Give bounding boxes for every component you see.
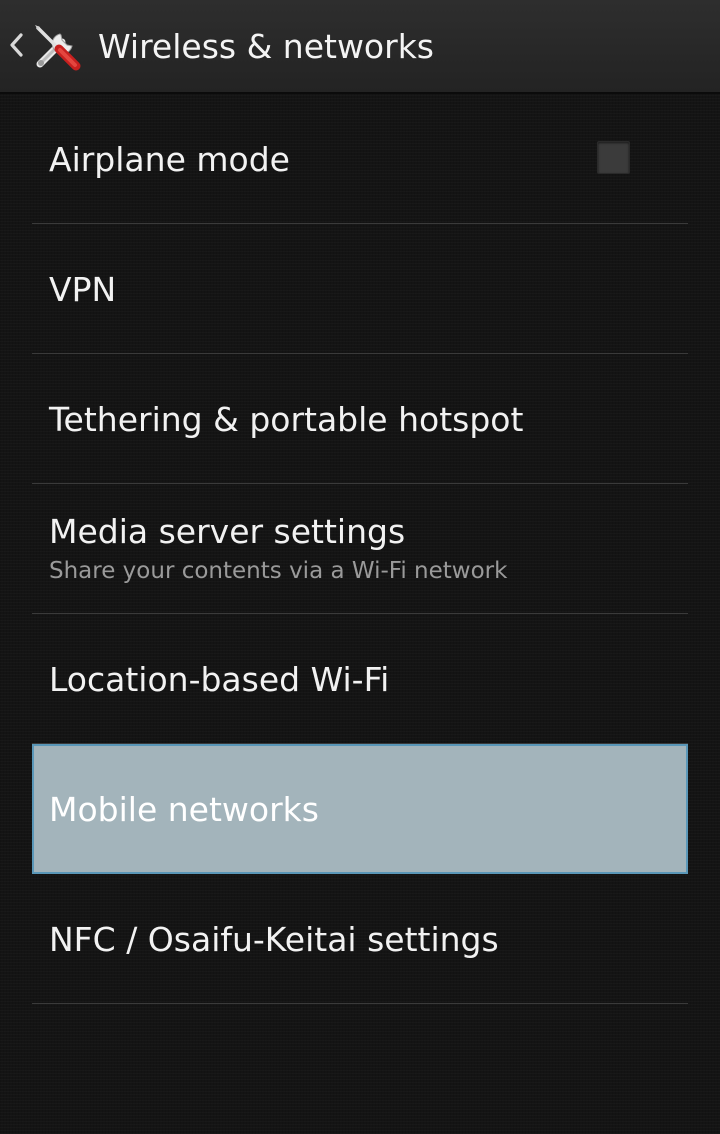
list-item-label: Airplane mode bbox=[49, 140, 290, 179]
list-item-location-wifi[interactable]: Location-based Wi-Fi bbox=[32, 614, 688, 744]
settings-screen: Wireless & networks Airplane mode VPN Te… bbox=[0, 0, 720, 1134]
chevron-left-icon bbox=[10, 33, 23, 57]
page-title: Wireless & networks bbox=[98, 27, 434, 66]
list-item-label: Location-based Wi-Fi bbox=[49, 660, 390, 699]
tools-icon bbox=[35, 25, 81, 71]
list-item-media-server[interactable]: Media server settings Share your content… bbox=[32, 484, 688, 614]
list-item-nfc[interactable]: NFC / Osaifu-Keitai settings bbox=[32, 874, 688, 1004]
list-item-label: Media server settings bbox=[49, 512, 406, 551]
list-item-vpn[interactable]: VPN bbox=[32, 224, 688, 354]
list-item-summary: Share your contents via a Wi-Fi network bbox=[49, 558, 508, 584]
action-bar: Wireless & networks bbox=[0, 0, 720, 94]
up-button[interactable] bbox=[0, 0, 92, 94]
list-item-tethering[interactable]: Tethering & portable hotspot bbox=[32, 354, 688, 484]
list-item-mobile-networks[interactable]: Mobile networks bbox=[32, 744, 688, 874]
list-item-airplane-mode[interactable]: Airplane mode bbox=[32, 94, 688, 224]
airplane-mode-checkbox[interactable] bbox=[597, 141, 630, 174]
settings-list: Airplane mode VPN Tethering & portable h… bbox=[32, 94, 688, 1004]
list-item-label: Tethering & portable hotspot bbox=[49, 400, 524, 439]
list-item-label: NFC / Osaifu-Keitai settings bbox=[49, 920, 499, 959]
list-item-label: Mobile networks bbox=[49, 790, 319, 829]
list-item-label: VPN bbox=[49, 270, 117, 309]
